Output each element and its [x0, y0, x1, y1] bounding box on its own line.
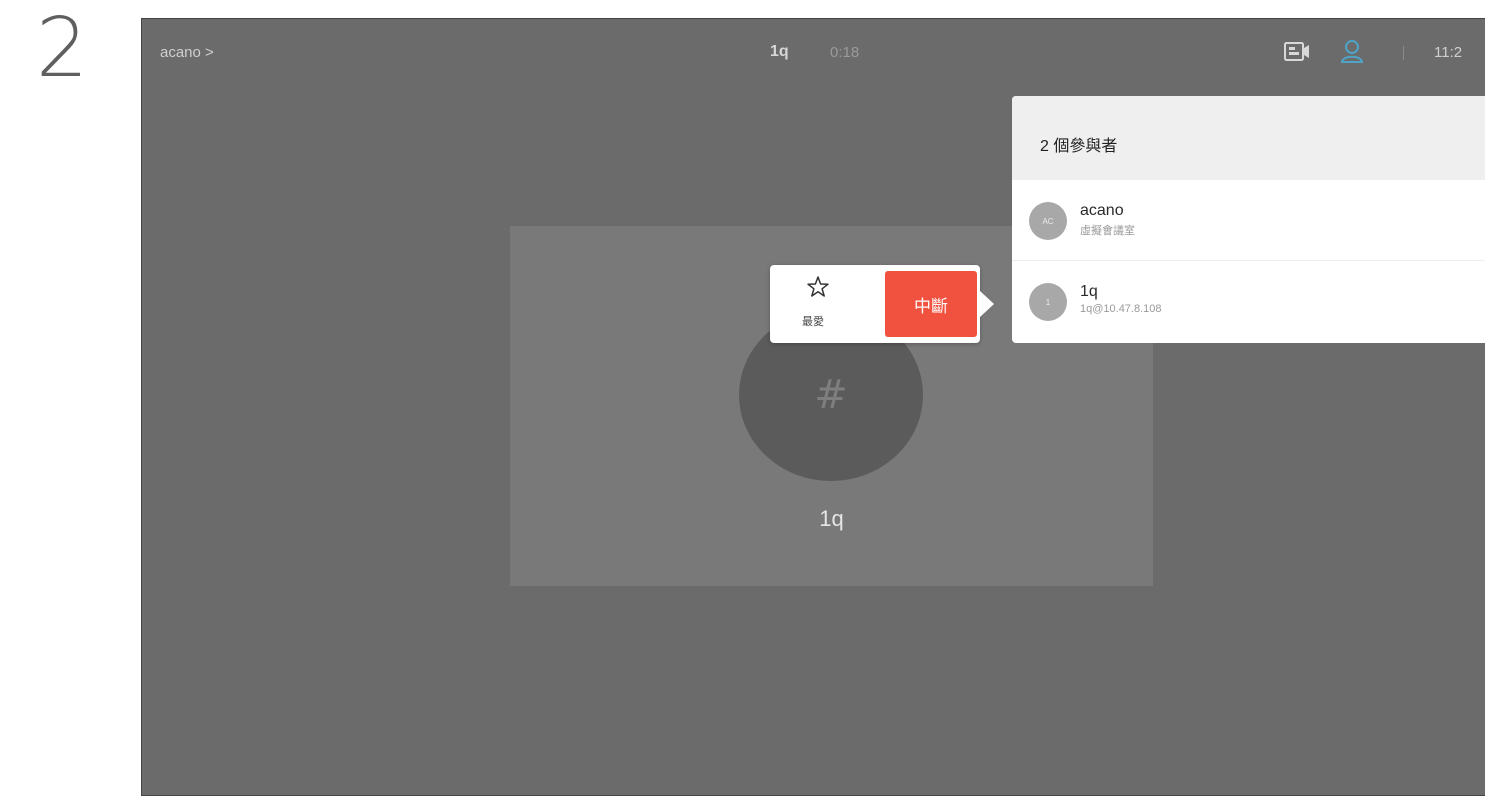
participant-detail: 虛擬會議室 — [1080, 225, 1135, 237]
popup-pointer — [980, 291, 994, 317]
participant-action-popup: 最愛 中斷 — [770, 265, 980, 343]
participant-row[interactable]: AC acano 虛擬會議室 — [1012, 180, 1485, 261]
star-icon — [806, 275, 830, 299]
participants-icon[interactable] — [1340, 39, 1364, 63]
screen-share-icon[interactable] — [1284, 42, 1310, 62]
participant-row-selected[interactable]: 1 1q 1q@10.47.8.108 — [1012, 261, 1485, 341]
participants-count-title: 2 個參與者 — [1040, 138, 1118, 155]
step-number: 2 — [36, 1, 89, 96]
topbar-divider — [1403, 46, 1404, 60]
breadcrumb[interactable]: acano > — [160, 44, 214, 61]
favorite-button[interactable]: 最愛 — [784, 271, 854, 337]
device-screen: acano > 1q 0:18 11:2 # 1q 最愛 中斷 2 個參與者 A… — [141, 18, 1485, 796]
call-name: 1q — [770, 43, 789, 60]
participant-avatar: AC — [1029, 202, 1067, 240]
participant-tile-name: 1q — [819, 506, 844, 531]
participant-avatar: 1 — [1029, 283, 1067, 321]
favorite-label: 最愛 — [802, 316, 824, 328]
participant-name: acano — [1080, 202, 1124, 219]
participant-name: 1q — [1080, 283, 1098, 300]
participants-panel: 2 個參與者 AC acano 虛擬會議室 1 1q 1q@10.47.8.10… — [1012, 96, 1485, 343]
participant-detail: 1q@10.47.8.108 — [1080, 303, 1162, 315]
drop-participant-button[interactable]: 中斷 — [885, 271, 977, 337]
top-bar: acano > 1q 0:18 11:2 — [142, 19, 1485, 85]
participants-header: 2 個參與者 — [1012, 96, 1485, 180]
clock: 11:2 — [1434, 44, 1463, 61]
call-timer: 0:18 — [830, 44, 860, 61]
